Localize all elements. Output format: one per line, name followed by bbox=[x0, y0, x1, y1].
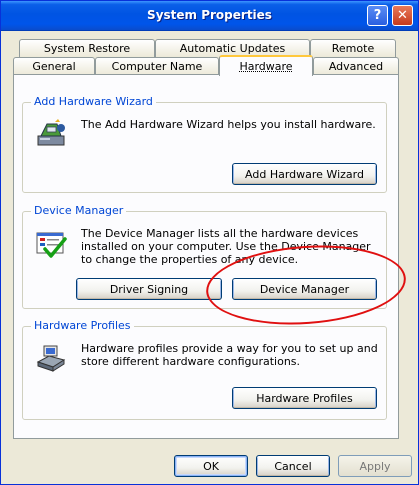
ok-button[interactable]: OK bbox=[174, 455, 248, 477]
cancel-button[interactable]: Cancel bbox=[256, 455, 330, 477]
tab-system-restore[interactable]: System Restore bbox=[19, 39, 155, 57]
title-bar[interactable]: System Properties ? ✕ bbox=[1, 1, 418, 31]
device-manager-group: Device Manager The Device Manager lists … bbox=[22, 204, 387, 309]
hardware-profiles-icon bbox=[36, 345, 66, 372]
device-manager-icon bbox=[36, 232, 67, 258]
add-hardware-group: Add Hardware Wizard The Add Hardware Wiz… bbox=[22, 95, 387, 193]
close-icon: ✕ bbox=[397, 8, 408, 23]
driver-signing-button[interactable]: Driver Signing bbox=[76, 278, 222, 300]
tab-hardware[interactable]: Hardware bbox=[219, 55, 313, 76]
help-icon: ? bbox=[373, 8, 382, 23]
hardware-profiles-button[interactable]: Hardware Profiles bbox=[232, 387, 377, 409]
system-properties-window: System Properties ? ✕ System Restore Aut… bbox=[0, 0, 419, 485]
add-hardware-group-label: Add Hardware Wizard bbox=[31, 95, 156, 108]
tab-strip: System Restore Automatic Updates Remote … bbox=[13, 37, 399, 77]
close-button[interactable]: ✕ bbox=[392, 5, 413, 26]
help-button[interactable]: ? bbox=[367, 5, 388, 26]
tab-advanced[interactable]: Advanced bbox=[313, 57, 399, 75]
add-hardware-description: The Add Hardware Wizard helps you instal… bbox=[81, 118, 376, 131]
hardware-profiles-group-label: Hardware Profiles bbox=[31, 319, 134, 332]
hardware-profiles-group: Hardware Profiles Hardware profiles prov… bbox=[22, 319, 387, 420]
tab-computer-name[interactable]: Computer Name bbox=[95, 57, 219, 75]
apply-button[interactable]: Apply bbox=[338, 455, 412, 477]
tab-remote[interactable]: Remote bbox=[310, 39, 396, 57]
hardware-wizard-icon bbox=[37, 119, 65, 146]
device-manager-button[interactable]: Device Manager bbox=[232, 278, 377, 300]
device-manager-description: The Device Manager lists all the hardwar… bbox=[81, 227, 371, 266]
hardware-profiles-description: Hardware profiles provide a way for you … bbox=[81, 342, 378, 368]
device-manager-group-label: Device Manager bbox=[31, 204, 127, 217]
add-hardware-wizard-button[interactable]: Add Hardware Wizard bbox=[232, 163, 377, 185]
window-title: System Properties bbox=[147, 8, 272, 22]
tab-general[interactable]: General bbox=[13, 57, 95, 75]
